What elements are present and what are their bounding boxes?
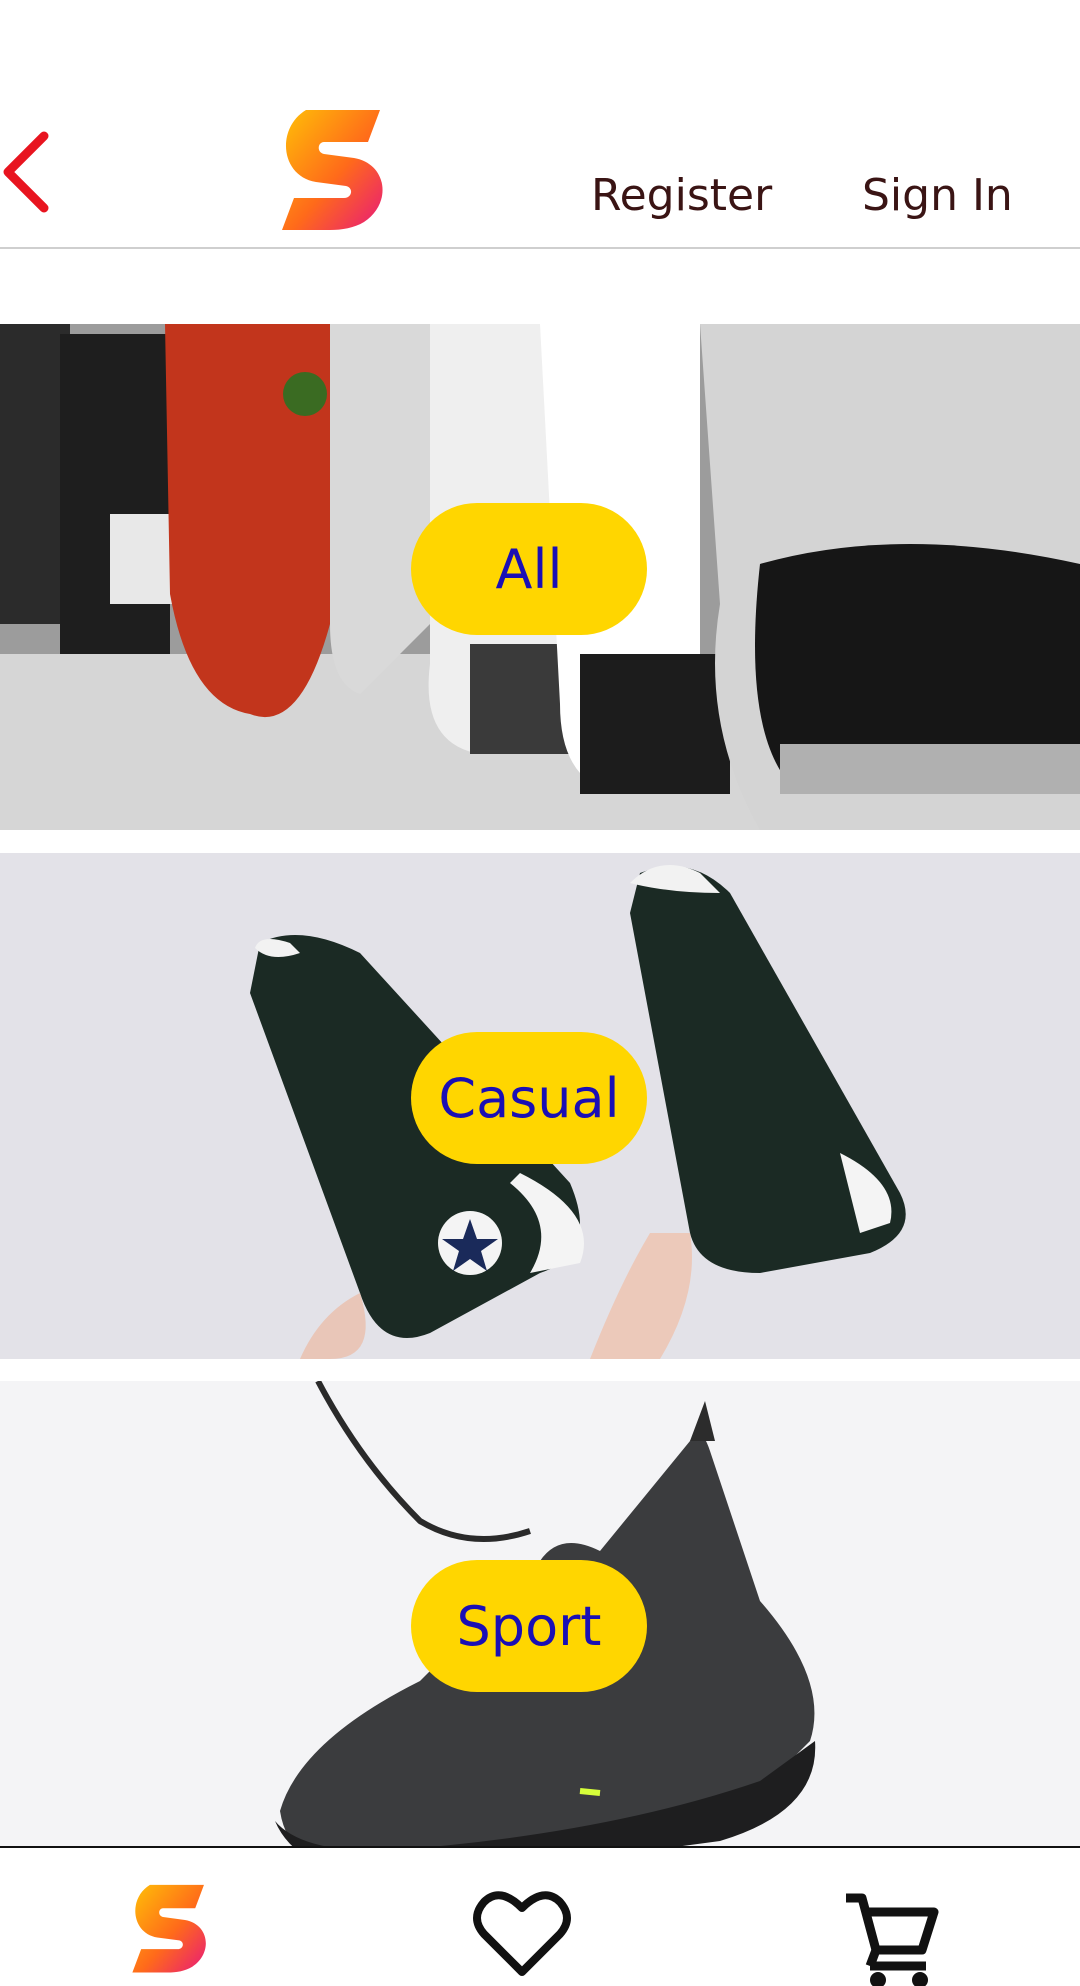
category-casual-button[interactable]: Casual: [411, 1032, 647, 1164]
nav-cart-button[interactable]: [840, 1888, 940, 1986]
back-button[interactable]: [0, 128, 60, 218]
category-all-button[interactable]: All: [411, 503, 647, 635]
s-logo-icon: [282, 110, 383, 230]
register-link[interactable]: Register: [591, 170, 772, 221]
category-sport-button[interactable]: Sport: [411, 1560, 647, 1692]
app-header: Register Sign In: [0, 0, 1080, 249]
category-card-casual[interactable]: Casual: [0, 853, 1080, 1359]
heart-icon: [473, 1891, 571, 1976]
nav-favorites-button[interactable]: [472, 1888, 572, 1980]
cart-icon: [846, 1893, 939, 1986]
bottom-navigation: [0, 1846, 1080, 1986]
chevron-left-icon: [3, 131, 49, 213]
category-card-sport[interactable]: Sport: [0, 1381, 1080, 1887]
brand-logo[interactable]: [276, 108, 391, 230]
s-logo-icon: [132, 1884, 206, 1973]
sign-in-link[interactable]: Sign In: [862, 170, 1013, 221]
category-card-all[interactable]: All: [0, 324, 1080, 830]
nav-home-button[interactable]: [128, 1878, 212, 1978]
